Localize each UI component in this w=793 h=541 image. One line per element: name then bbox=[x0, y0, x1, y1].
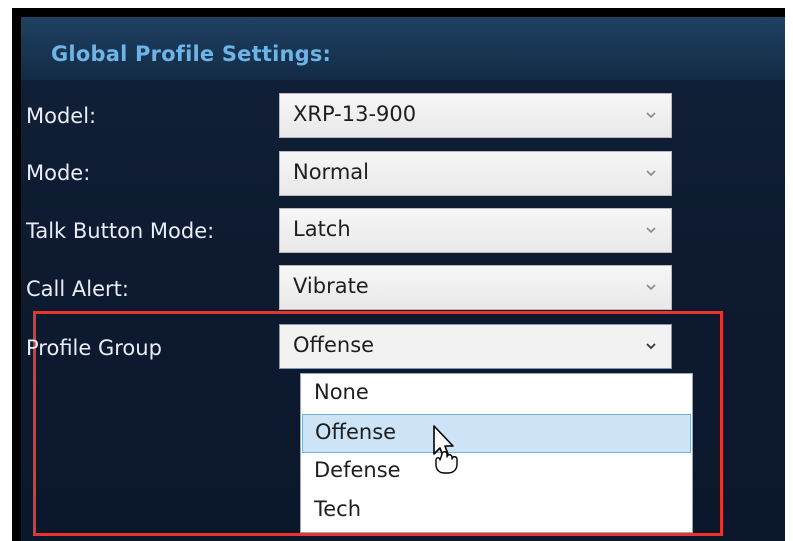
profile-group-select[interactable]: Offense bbox=[279, 324, 672, 369]
option-tech[interactable]: Tech bbox=[302, 492, 691, 531]
option-defense[interactable]: Defense bbox=[302, 453, 691, 492]
option-offense[interactable]: Offense bbox=[302, 414, 691, 453]
option-none-label: None bbox=[314, 380, 369, 404]
call-alert-select-value: Vibrate bbox=[293, 274, 369, 298]
chevron-down-icon bbox=[646, 112, 656, 119]
call-alert-label: Call Alert: bbox=[26, 277, 129, 301]
model-select-value: XRP-13-900 bbox=[293, 102, 417, 126]
chevron-down-icon bbox=[646, 284, 656, 291]
profile-group-label: Profile Group bbox=[26, 336, 162, 360]
talk-button-mode-select-value: Latch bbox=[293, 217, 351, 241]
model-select[interactable]: XRP-13-900 bbox=[279, 93, 672, 138]
option-offense-label: Offense bbox=[315, 420, 397, 444]
panel-header: Global Profile Settings: bbox=[21, 17, 785, 80]
chevron-down-icon bbox=[646, 170, 656, 177]
panel-title: Global Profile Settings: bbox=[51, 42, 332, 66]
mode-select[interactable]: Normal bbox=[279, 151, 672, 196]
profile-group-select-value: Offense bbox=[293, 333, 375, 357]
chevron-down-icon bbox=[646, 343, 656, 350]
profile-group-dropdown-list: None Offense Defense Tech bbox=[300, 373, 693, 533]
mode-select-value: Normal bbox=[293, 160, 369, 184]
option-defense-label: Defense bbox=[314, 458, 401, 482]
mode-label: Mode: bbox=[26, 161, 91, 185]
model-label: Model: bbox=[26, 104, 97, 128]
option-tech-label: Tech bbox=[314, 497, 362, 521]
talk-button-mode-label: Talk Button Mode: bbox=[26, 219, 215, 243]
call-alert-select[interactable]: Vibrate bbox=[279, 265, 672, 310]
option-none[interactable]: None bbox=[302, 375, 691, 414]
mouse-pointer-icon bbox=[433, 425, 458, 474]
chevron-down-icon bbox=[646, 227, 656, 234]
talk-button-mode-select[interactable]: Latch bbox=[279, 208, 672, 253]
